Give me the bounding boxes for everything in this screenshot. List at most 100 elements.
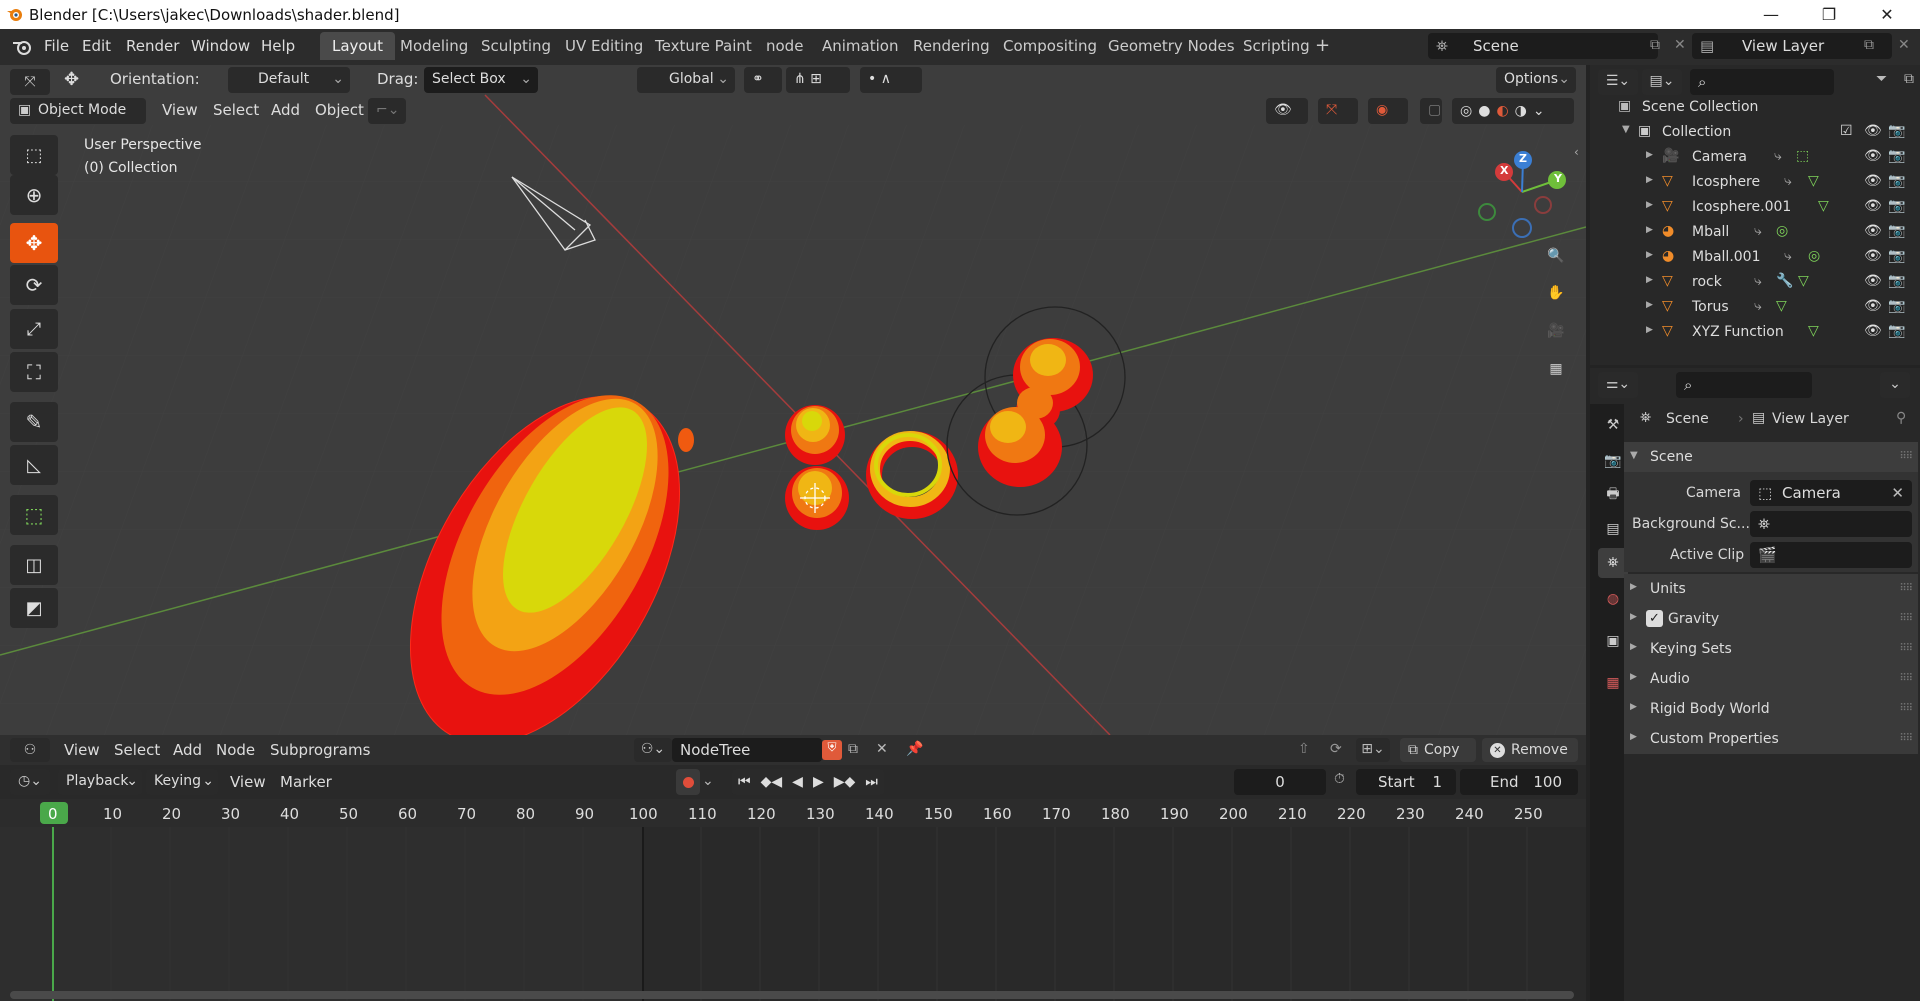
node-editor-type-icon[interactable]: ⚇ bbox=[10, 738, 50, 762]
eye-icon[interactable]: 👁 bbox=[1864, 223, 1882, 239]
select-box-tool[interactable]: ⬚ bbox=[10, 135, 58, 175]
clear-icon[interactable]: ✕ bbox=[1891, 484, 1904, 502]
expand-arrow-icon[interactable]: ▶ bbox=[1646, 225, 1653, 235]
prev-keyframe-icon[interactable]: ◆◀ bbox=[761, 774, 783, 790]
rigid-body-world-panel-header[interactable]: ▶ Rigid Body World ⠿⠿ bbox=[1624, 694, 1918, 724]
tab-scripting[interactable]: Scripting bbox=[1231, 32, 1322, 60]
blender-menu-icon[interactable] bbox=[12, 37, 34, 57]
timeline-editor-type-icon[interactable]: ◷⌄ bbox=[10, 769, 50, 795]
snap-options-icon[interactable]: ⌐⌄ bbox=[368, 98, 406, 124]
end-frame-field[interactable]: End 100 bbox=[1460, 769, 1578, 795]
tab-rendering[interactable]: Rendering bbox=[901, 32, 1002, 60]
material-shading-icon[interactable]: ◐ bbox=[1496, 103, 1508, 119]
chevron-down-icon[interactable]: ⌄ bbox=[1533, 103, 1545, 119]
eye-icon[interactable]: 👁 bbox=[1864, 173, 1882, 189]
pin-icon[interactable]: 📌 bbox=[906, 741, 923, 757]
eye-icon[interactable]: 👁 bbox=[1864, 323, 1882, 339]
rotate-tool[interactable]: ⟳ bbox=[10, 265, 58, 305]
render-camera-icon[interactable]: 📷 bbox=[1888, 273, 1905, 289]
tab-texture-paint[interactable]: Texture Paint bbox=[643, 32, 764, 60]
editor-type-icon[interactable]: ⤧ bbox=[10, 69, 50, 95]
drag-grip-icon[interactable]: ⠿⠿ bbox=[1899, 613, 1913, 624]
drag-grip-icon[interactable]: ⠿⠿ bbox=[1899, 673, 1913, 684]
drag-dropdown[interactable]: Select Box ⌄ bbox=[424, 67, 538, 93]
copy-button[interactable]: ⧉ Copy bbox=[1400, 738, 1476, 762]
move-gizmo-icon[interactable]: ✥ bbox=[64, 69, 79, 90]
snap-node-icon[interactable]: ⟳ bbox=[1330, 741, 1342, 757]
eye-icon[interactable]: 👁 bbox=[1864, 298, 1882, 314]
expand-arrow-icon[interactable]: ▶ bbox=[1646, 200, 1653, 210]
add-workspace-icon[interactable]: + bbox=[1315, 35, 1330, 56]
node-menu-node[interactable]: Node bbox=[216, 741, 255, 759]
snap-icon[interactable]: ⋔ ⊞ bbox=[786, 67, 850, 93]
expand-arrow-icon[interactable]: ▶ bbox=[1646, 275, 1653, 285]
outliner-search-input[interactable]: ⌕ bbox=[1690, 69, 1834, 95]
transform-tool[interactable]: ⛶ bbox=[10, 352, 58, 392]
measure-tool[interactable]: ◺ bbox=[10, 445, 58, 485]
mode-dropdown[interactable]: ▣ Object Mode bbox=[10, 98, 146, 124]
visibility-icon[interactable]: 👁 bbox=[1266, 98, 1308, 124]
play-icon[interactable]: ▶ bbox=[813, 774, 824, 790]
expand-arrow-icon[interactable]: ▼ bbox=[1622, 124, 1630, 135]
audio-panel-header[interactable]: ▶ Audio ⠿⠿ bbox=[1624, 664, 1918, 694]
outliner-row-xyz-function[interactable]: ▶ ▽ XYZ Function ▽ 👁 📷 bbox=[1590, 320, 1920, 345]
chevron-down-icon[interactable]: ⌄ bbox=[702, 773, 714, 789]
node-menu-view[interactable]: View bbox=[64, 741, 100, 759]
proportional-edit-icon[interactable]: • ∧ bbox=[860, 67, 922, 93]
menu-help[interactable]: Help bbox=[261, 37, 295, 55]
timeline-scrollbar[interactable] bbox=[10, 991, 1574, 999]
eye-icon[interactable]: 👁 bbox=[1864, 148, 1882, 164]
expand-arrow-icon[interactable]: ▶ bbox=[1646, 300, 1653, 310]
tab-modeling[interactable]: Modeling bbox=[388, 32, 480, 60]
outliner-row-icosphere-001[interactable]: ▶ ▽ Icosphere.001 ▽ 👁 📷 bbox=[1590, 195, 1920, 220]
drag-grip-icon[interactable]: ⠿⠿ bbox=[1899, 703, 1913, 714]
camera-field[interactable]: ⬚ Camera ✕ bbox=[1750, 480, 1912, 506]
delete-scene-icon[interactable]: ✕ bbox=[1674, 37, 1686, 53]
render-camera-icon[interactable]: 📷 bbox=[1888, 123, 1905, 139]
jump-start-icon[interactable]: ⏮ bbox=[738, 774, 751, 790]
node-menu-subprograms[interactable]: Subprograms bbox=[270, 741, 370, 759]
playback-dropdown[interactable]: Playback ⌄ bbox=[58, 769, 142, 795]
node-grid-icon[interactable]: ⊞⌄ bbox=[1356, 738, 1390, 762]
tab-node[interactable]: node bbox=[754, 32, 815, 60]
viewport-menu-object[interactable]: Object bbox=[315, 101, 364, 119]
tab-layout[interactable]: Layout bbox=[320, 32, 395, 60]
expand-arrow-icon[interactable]: ▶ bbox=[1646, 150, 1653, 160]
new-view-layer-icon[interactable]: ⧉ bbox=[1864, 37, 1874, 53]
overlay-toggle-icon[interactable]: ◉ bbox=[1368, 98, 1408, 124]
pin-icon[interactable]: ⚲ bbox=[1896, 410, 1906, 426]
expand-arrow-icon[interactable]: ▶ bbox=[1646, 325, 1653, 335]
extra-tool-1[interactable]: ◫ bbox=[10, 545, 58, 585]
gizmo-toggle-icon[interactable]: ⤧ bbox=[1318, 98, 1358, 124]
properties-options-icon[interactable]: ⌄ bbox=[1880, 372, 1910, 398]
checkbox-icon[interactable]: ☑ bbox=[1840, 123, 1853, 139]
custom-properties-panel-header[interactable]: ▶ Custom Properties ⠿⠿ bbox=[1624, 724, 1918, 754]
add-cube-tool[interactable]: ⬚ bbox=[10, 495, 58, 535]
filter-icon[interactable]: ⏷ bbox=[1876, 71, 1887, 87]
drag-grip-icon[interactable]: ⠿⠿ bbox=[1899, 643, 1913, 654]
viewport-menu-select[interactable]: Select bbox=[213, 101, 259, 119]
jump-end-icon[interactable]: ⏭ bbox=[865, 774, 878, 790]
remove-button[interactable]: ✕ Remove bbox=[1482, 738, 1578, 762]
timeline[interactable]: ◷⌄ Playback ⌄ Keying ⌄ View Marker ⌄ ⏮ ◆◀ … bbox=[0, 765, 1586, 1001]
tab-tool[interactable]: ⚒ bbox=[1598, 410, 1628, 440]
view-layer-selector[interactable]: ▤ View Layer bbox=[1692, 33, 1892, 59]
delete-view-layer-icon[interactable]: ✕ bbox=[1898, 37, 1910, 53]
ortho-grid-icon[interactable]: ▦ bbox=[1540, 353, 1572, 385]
scale-tool[interactable]: ⤢ bbox=[10, 309, 58, 349]
outliner-editor-type-icon[interactable]: ☰⌄ bbox=[1598, 69, 1638, 95]
stopwatch-icon[interactable]: ⏱ bbox=[1334, 771, 1345, 787]
display-mode-icon[interactable]: ▤⌄ bbox=[1642, 69, 1682, 95]
outliner-row-collection[interactable]: ▼ ▣ Collection ☑ 👁 📷 bbox=[1590, 120, 1920, 145]
play-reverse-icon[interactable]: ◀ bbox=[792, 774, 803, 790]
eye-icon[interactable]: 👁 bbox=[1864, 273, 1882, 289]
expand-arrow-icon[interactable]: ▶ bbox=[1646, 175, 1653, 185]
minimize-button[interactable]: — bbox=[1742, 0, 1800, 29]
current-frame-field[interactable]: 0 bbox=[1234, 769, 1326, 795]
tab-animation[interactable]: Animation bbox=[810, 32, 910, 60]
solid-shading-icon[interactable]: ● bbox=[1478, 103, 1490, 119]
node-tree-selector[interactable]: NodeTree bbox=[672, 738, 822, 762]
pivot-icon[interactable]: ⚭ bbox=[744, 67, 782, 93]
menu-render[interactable]: Render bbox=[126, 37, 179, 55]
keying-dropdown[interactable]: Keying ⌄ bbox=[146, 769, 218, 795]
